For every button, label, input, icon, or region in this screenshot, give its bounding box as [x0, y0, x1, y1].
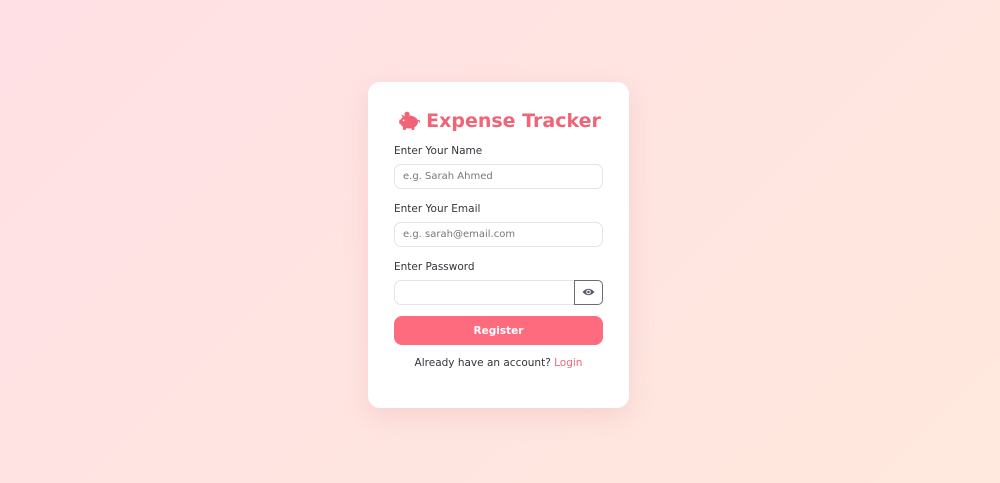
email-input[interactable]: [394, 222, 603, 247]
name-label: Enter Your Name: [394, 145, 483, 157]
register-button[interactable]: Register: [394, 316, 603, 345]
toggle-password-button[interactable]: [574, 280, 603, 305]
password-field-group: Enter Password: [394, 261, 603, 305]
eye-icon: [582, 285, 595, 300]
name-input[interactable]: [394, 164, 603, 189]
password-label: Enter Password: [394, 261, 475, 273]
login-prompt: Already have an account? Login: [394, 357, 603, 369]
piggy-bank-icon: [396, 111, 421, 131]
email-field-group: Enter Your Email: [394, 203, 603, 247]
name-field-group: Enter Your Name: [394, 145, 603, 189]
login-link[interactable]: Login: [554, 357, 582, 369]
login-prompt-text: Already have an account?: [414, 357, 551, 369]
register-card: Expense Tracker Enter Your Name Enter Yo…: [368, 82, 629, 408]
email-label: Enter Your Email: [394, 203, 481, 215]
brand-header: Expense Tracker: [394, 110, 603, 132]
password-input[interactable]: [394, 280, 574, 305]
password-row: [394, 280, 603, 305]
app-title: Expense Tracker: [426, 110, 601, 132]
